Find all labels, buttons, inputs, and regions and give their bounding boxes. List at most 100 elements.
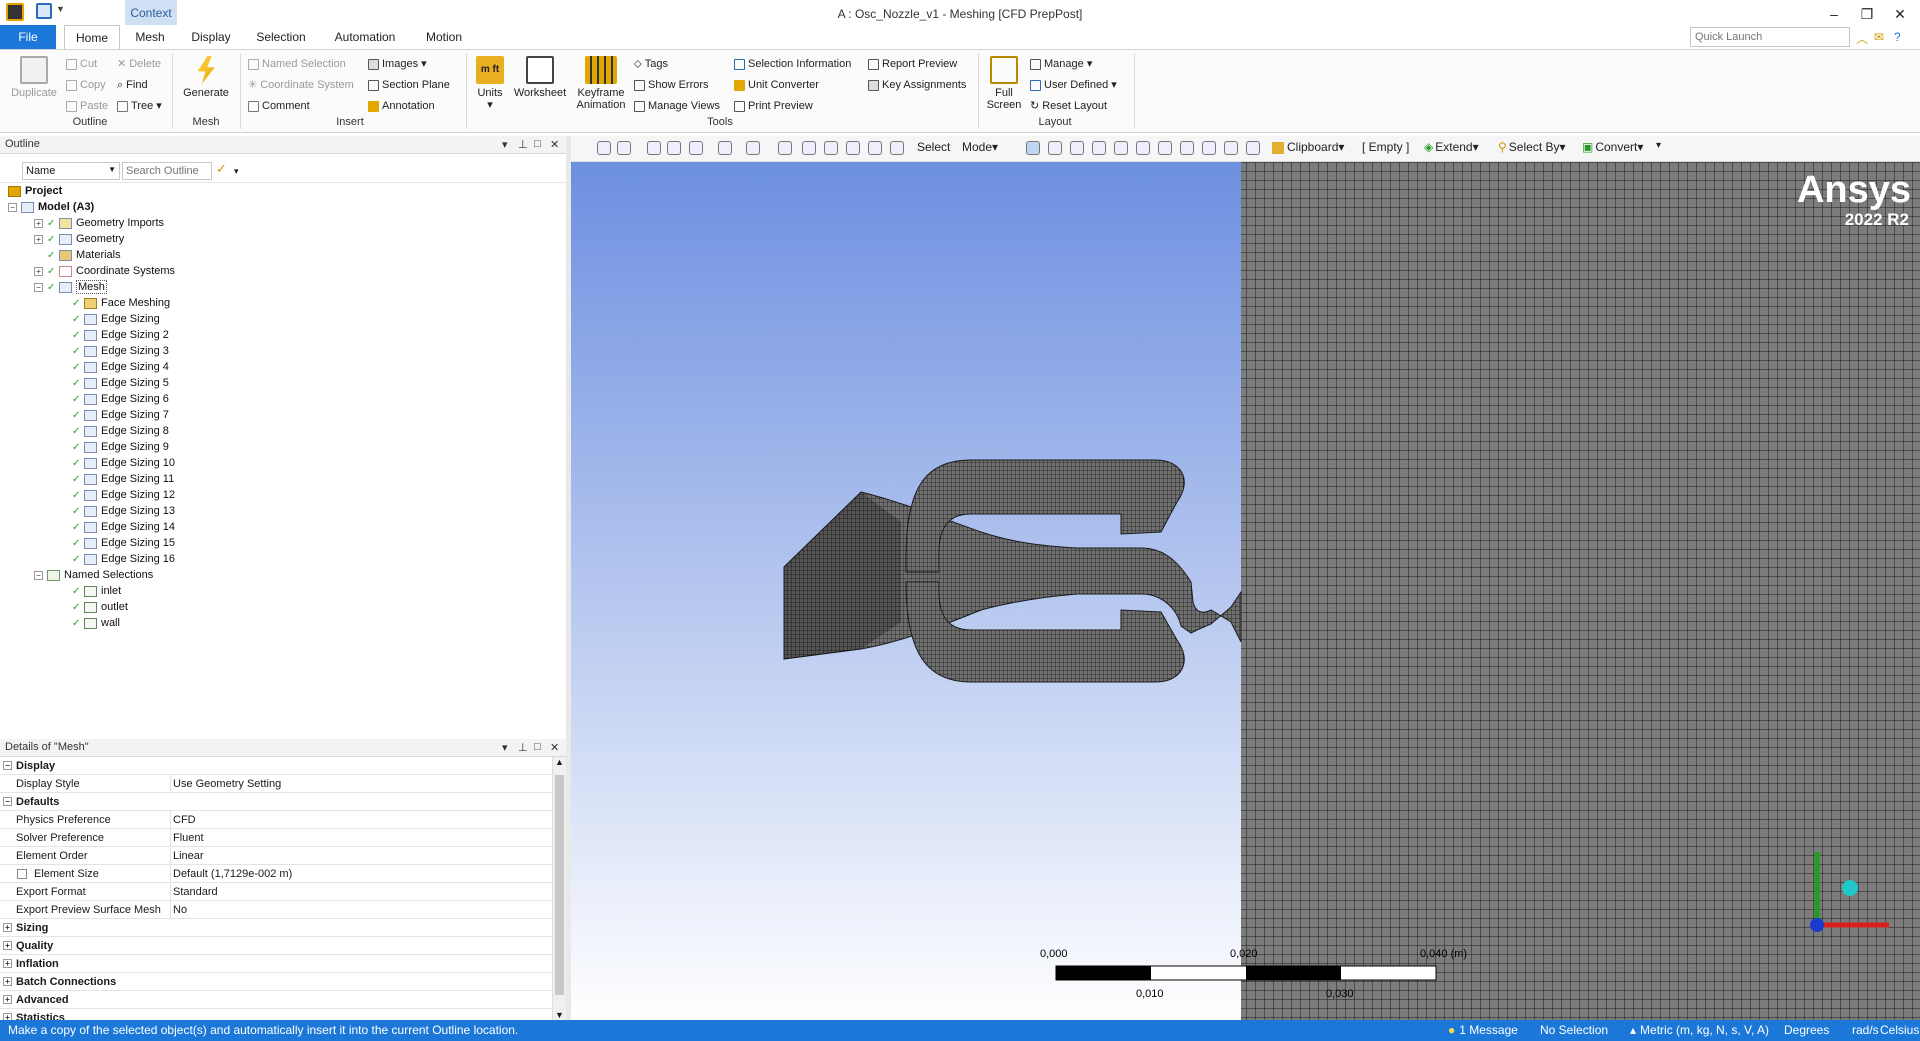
details-category[interactable]: + Batch Connections: [0, 973, 552, 991]
tree-item-edge-sizing[interactable]: ✓ Edge Sizing 4: [72, 359, 169, 375]
expand-icon[interactable]: +: [3, 1013, 12, 1020]
units-button[interactable]: m ft Units ▾: [470, 56, 510, 111]
temperature-status[interactable]: Celsius: [1880, 1020, 1919, 1041]
frame-icon[interactable]: [718, 141, 732, 155]
tree-item-edge-sizing[interactable]: ✓ Edge Sizing 16: [72, 551, 175, 567]
property-value[interactable]: Default (1,7129e-002 m): [170, 865, 292, 883]
vertex-select-icon[interactable]: [1026, 141, 1040, 155]
tree-item-edge-sizing[interactable]: ✓ Edge Sizing 2: [72, 327, 169, 343]
details-category[interactable]: + Sizing: [0, 919, 552, 937]
tree-item-mesh[interactable]: − ✓ Mesh: [34, 279, 107, 295]
face-select-icon[interactable]: [1070, 141, 1084, 155]
comment-button[interactable]: Comment: [248, 98, 310, 115]
annotation-button[interactable]: Annotation: [368, 98, 435, 115]
expand-icon[interactable]: +: [3, 995, 12, 1004]
manage-button[interactable]: Manage ▾: [1030, 56, 1092, 73]
selection-information-button[interactable]: Selection Information: [734, 56, 851, 73]
zoom-out-icon[interactable]: [617, 141, 631, 155]
tree-item-named-selection[interactable]: ✓ inlet: [72, 583, 121, 599]
property-value[interactable]: Standard: [170, 883, 218, 901]
wireframe-icon[interactable]: [647, 141, 661, 155]
paint-select-icon[interactable]: [1202, 141, 1216, 155]
worksheet-button[interactable]: Worksheet: [512, 56, 568, 99]
scroll-up-icon[interactable]: ▲: [555, 757, 564, 767]
tree-item-edge-sizing[interactable]: ✓ Edge Sizing 3: [72, 343, 169, 359]
collapse-icon[interactable]: −: [3, 761, 12, 770]
print-preview-button[interactable]: Print Preview: [734, 98, 813, 115]
look-at-icon[interactable]: [689, 141, 703, 155]
tree-item-named-selections[interactable]: − Named Selections: [34, 567, 153, 583]
property-value[interactable]: Use Geometry Setting: [170, 775, 281, 793]
tree-item-edge-sizing[interactable]: ✓ Edge Sizing 12: [72, 487, 175, 503]
tab-file[interactable]: File: [0, 25, 56, 49]
images-button[interactable]: Images ▾: [368, 56, 427, 73]
reset-layout-button[interactable]: ↻ Reset Layout: [1030, 98, 1107, 115]
find-button[interactable]: ⌕ Find: [117, 77, 148, 94]
body-select-icon[interactable]: [1092, 141, 1106, 155]
box-zoom-icon[interactable]: [824, 141, 838, 155]
expand-icon[interactable]: +: [3, 923, 12, 932]
details-property-row[interactable]: Element Size Default (1,7129e-002 m): [0, 865, 552, 883]
details-category[interactable]: − Defaults: [0, 793, 552, 811]
tree-item-edge-sizing[interactable]: ✓ Edge Sizing 14: [72, 519, 175, 535]
property-value[interactable]: Fluent: [170, 829, 204, 847]
extend-dropdown[interactable]: ◈ Extend▾: [1424, 140, 1479, 154]
close-panel-icon[interactable]: ✕: [550, 138, 559, 151]
messages-button[interactable]: ● 1 Message: [1448, 1020, 1518, 1041]
details-category[interactable]: + Advanced: [0, 991, 552, 1009]
angle-units-status[interactable]: Degrees: [1784, 1020, 1829, 1041]
tree-button[interactable]: Tree ▾: [117, 98, 162, 115]
key-assignments-button[interactable]: Key Assignments: [868, 77, 966, 94]
tree-item-edge-sizing[interactable]: ✓ Edge Sizing 11: [72, 471, 174, 487]
tree-item-edge-sizing[interactable]: ✓ Edge Sizing 13: [72, 503, 175, 519]
pin-icon[interactable]: ⊥: [518, 741, 528, 754]
tree-item-named-selection[interactable]: ✓ outlet: [72, 599, 128, 615]
toolbar-overflow-icon[interactable]: ▾: [1656, 140, 1661, 151]
tree-item-project[interactable]: Project: [8, 183, 62, 199]
manage-views-button[interactable]: Manage Views: [634, 98, 720, 115]
maximize-icon[interactable]: □: [534, 138, 541, 150]
tree-item-face-meshing[interactable]: ✓ Face Meshing: [72, 295, 170, 311]
minimize-icon[interactable]: –: [1820, 4, 1848, 24]
tree-item-coordinate-systems[interactable]: + ✓ Coordinate Systems: [34, 263, 175, 279]
user-defined-button[interactable]: User Defined ▾: [1030, 77, 1117, 94]
collapse-icon[interactable]: −: [34, 282, 43, 292]
close-icon[interactable]: ✕: [1886, 4, 1914, 24]
rotate-icon[interactable]: [746, 141, 760, 155]
zoom-in-icon[interactable]: [597, 141, 611, 155]
details-property-row[interactable]: Display Style Use Geometry Setting: [0, 775, 552, 793]
details-category[interactable]: − Display: [0, 757, 552, 775]
generate-button[interactable]: Generate: [180, 56, 232, 99]
edge-select-icon[interactable]: [1048, 141, 1062, 155]
element-face-icon[interactable]: [1158, 141, 1172, 155]
tree-item-materials[interactable]: ✓ Materials: [47, 247, 121, 263]
filter-check-icon[interactable]: ✓: [216, 161, 227, 177]
tree-item-edge-sizing[interactable]: ✓ Edge Sizing 6: [72, 391, 169, 407]
tree-item-edge-sizing[interactable]: ✓ Edge Sizing 5: [72, 375, 169, 391]
node-select-icon[interactable]: [1114, 141, 1128, 155]
tab-mesh[interactable]: Mesh: [130, 25, 170, 49]
tab-selection[interactable]: Selection: [252, 25, 310, 49]
property-value[interactable]: CFD: [170, 811, 196, 829]
mesh-view[interactable]: Ansys 2022 R2 0,000 0,020 0,040 (m) 0,01…: [571, 162, 1920, 1020]
tab-motion[interactable]: Motion: [418, 25, 470, 49]
close-panel-icon[interactable]: ✕: [550, 741, 559, 754]
coordinate-system-button[interactable]: ✳ Coordinate System: [248, 77, 354, 94]
scroll-down-icon[interactable]: ▼: [555, 1010, 564, 1020]
details-scrollbar[interactable]: ▲ ▼: [552, 757, 566, 1020]
expand-icon[interactable]: +: [34, 266, 43, 276]
copy-button[interactable]: Copy: [66, 77, 106, 94]
tab-automation[interactable]: Automation: [328, 25, 402, 49]
chevron-down-icon[interactable]: ▾: [234, 166, 239, 177]
help-icon[interactable]: ?: [1894, 30, 1901, 44]
report-preview-button[interactable]: Report Preview: [868, 56, 957, 73]
expand-icon[interactable]: +: [3, 977, 12, 986]
expand-up-icon[interactable]: ︿: [1856, 30, 1868, 47]
element-select-icon[interactable]: [1136, 141, 1150, 155]
shaded-icon[interactable]: [667, 141, 681, 155]
tree-item-edge-sizing[interactable]: ✓ Edge Sizing 15: [72, 535, 175, 551]
tree-item-geometry-imports[interactable]: + ✓ Geometry Imports: [34, 215, 164, 231]
expand-icon[interactable]: +: [34, 218, 43, 228]
pan-icon[interactable]: [778, 141, 792, 155]
details-category[interactable]: + Inflation: [0, 955, 552, 973]
